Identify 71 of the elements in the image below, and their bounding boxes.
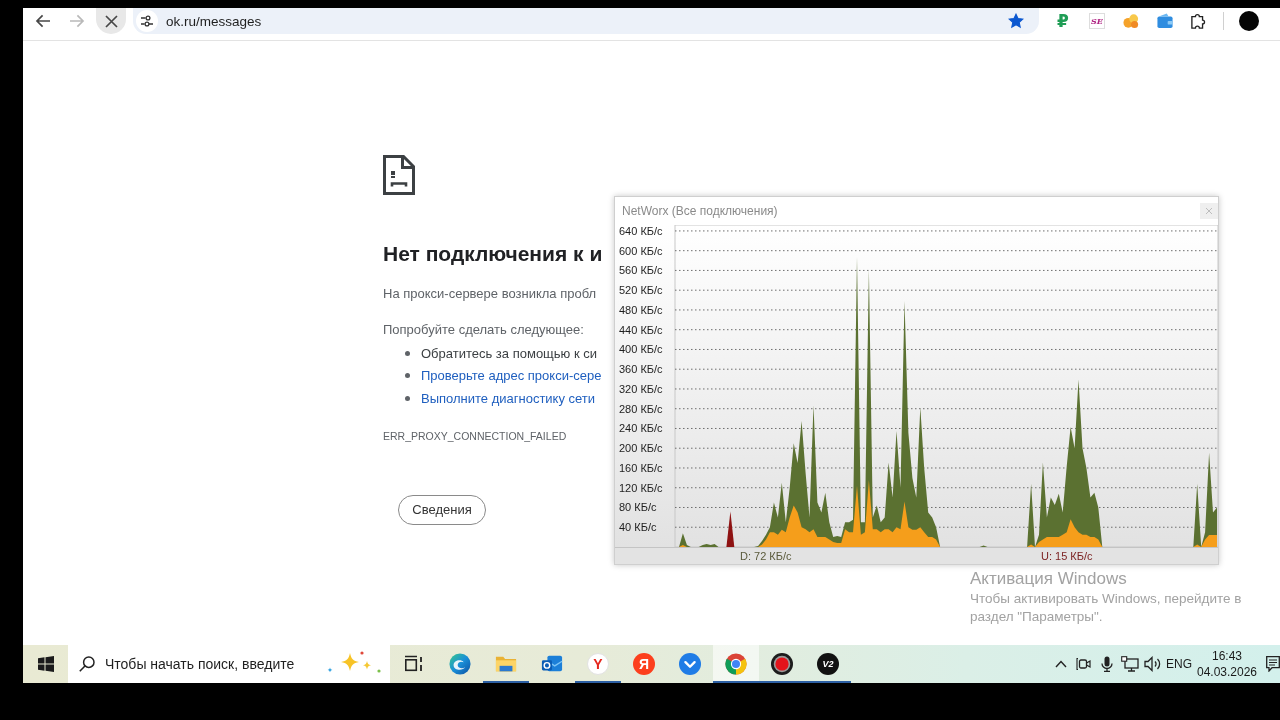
axis-tick-label: 400 КБ/с (619, 343, 663, 356)
download-speed: D: 72 КБ/с (740, 550, 793, 562)
window-title: NetWorx (Все подключения) (622, 204, 778, 218)
details-button[interactable]: Сведения (398, 494, 486, 525)
letters-icon[interactable]: SE (1089, 13, 1105, 29)
axis-tick-label: 280 КБ/с (619, 402, 663, 415)
task-view-icon (404, 655, 424, 673)
notification-icon[interactable] (1266, 656, 1280, 672)
letter-icon: Y (587, 653, 609, 675)
error-message: На прокси-сервере возникла пробл (383, 285, 597, 303)
suggestions-title: Попробуйте сделать следующее: (383, 321, 584, 339)
window-panes-icon (37, 656, 54, 672)
bullet-icon (405, 373, 410, 379)
axis-tick-label: 560 КБ/с (619, 264, 663, 277)
sliders-icon (141, 15, 153, 27)
axis-tick-label: 480 КБ/с (619, 303, 663, 316)
axis-tick-label: 360 КБ/с (619, 363, 663, 376)
bullet-icon (405, 395, 410, 401)
error-heading: Нет подключения к и (383, 241, 603, 267)
language-indicator[interactable]: ENG (1164, 657, 1194, 671)
axis-tick-label: 200 КБ/с (619, 442, 663, 455)
axis-tick-label: 640 КБ/с (619, 225, 663, 237)
activation-title: Активация Windows (970, 568, 1128, 589)
axis-tick-label: 80 КБ/с (619, 501, 657, 514)
taskbar-app-button[interactable]: Y (575, 645, 621, 683)
activation-text: Чтобы активировать Windows, перейдите в раздел "Параметры". (970, 590, 1242, 626)
stop-button[interactable] (96, 8, 126, 34)
upload-speed: U: 15 КБ/с (1041, 550, 1093, 562)
segmented-circle-icon (725, 653, 747, 675)
avatar-icon[interactable] (1239, 11, 1259, 31)
axis-tick-label: 600 КБ/с (619, 244, 663, 257)
bullet-icon (405, 350, 410, 356)
puzzle-icon[interactable] (1190, 13, 1208, 29)
camera-icon[interactable] (1075, 656, 1092, 672)
axis-tick-label: 160 КБ/с (619, 462, 663, 474)
axis-tick-label: 120 КБ/с (619, 481, 663, 494)
letters-icon: V2 (817, 653, 839, 675)
back-arrow-icon (35, 13, 51, 29)
suggestion-link[interactable]: Выполните диагностику сети (421, 390, 596, 406)
star-icon[interactable] (1008, 13, 1024, 29)
close-icon (104, 14, 118, 28)
chevron-icon (679, 653, 701, 675)
forward-arrow-icon (69, 13, 85, 29)
axis-tick-label: 440 КБ/с (619, 323, 663, 336)
swirl-icon (449, 653, 471, 675)
sad-page-icon (383, 155, 415, 195)
url-text: ok.ru/messages (166, 13, 262, 29)
clock-time[interactable]: 16:43 (1212, 648, 1242, 664)
axis-tick-label: 40 КБ/с (619, 521, 657, 534)
letter-icon: Я (633, 653, 655, 675)
axis-tick-label: 240 КБ/с (619, 422, 663, 435)
taskbar-app-button[interactable]: V2 (805, 645, 851, 683)
search-field[interactable]: Чтобы начать поиск, введите (105, 656, 326, 672)
search-icon (79, 656, 95, 672)
taskbar-app-button[interactable] (713, 645, 759, 683)
error-code: ERR_PROXY_CONNECTION_FAILED (383, 428, 567, 443)
suggestion-link[interactable]: Проверьте адрес прокси-сере (421, 368, 602, 384)
close-icon (1205, 207, 1213, 215)
address-bar[interactable]: ok.ru/messages (133, 8, 1039, 34)
record-icon (771, 653, 793, 675)
site-info-button[interactable] (136, 10, 158, 32)
network-icon[interactable] (1120, 656, 1139, 672)
axis-tick-label: 320 КБ/с (619, 382, 663, 395)
search-box[interactable]: Чтобы начать поиск, введите (68, 645, 390, 683)
axis-tick-label: 520 КБ/с (619, 284, 663, 297)
taskbar-app-button[interactable]: Я (621, 645, 667, 683)
wallet-icon[interactable] (1156, 13, 1174, 29)
clock-date[interactable]: 04.03.2026 (1196, 664, 1258, 680)
chevron-up-icon[interactable] (1054, 658, 1067, 670)
speaker-icon[interactable] (1143, 656, 1162, 672)
suggestion-text: Обратитесь за помощью к си (421, 345, 597, 361)
